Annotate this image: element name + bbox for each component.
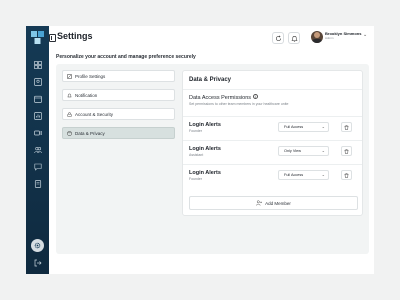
sidebar [26,26,49,274]
member-name: Login Alerts [189,146,221,152]
access-select[interactable]: Full Access ⌄ [278,122,329,132]
info-icon[interactable]: i [253,94,259,99]
chevron-down-icon: ⌄ [321,124,325,129]
add-user-icon [256,200,262,206]
member-row: Login Alerts Assistant Only View ⌄ [183,140,362,163]
video-icon [33,130,42,135]
menu-item-label: Notification [75,92,98,98]
grid-icon [33,60,42,69]
avatar[interactable] [311,31,323,43]
sidebar-item-calendar[interactable] [31,93,44,104]
menu-item-label: Profile Settings [75,73,106,79]
member-row: Login Alerts Founder Full Access ⌄ [183,164,362,187]
divider [183,116,362,117]
trash-icon [344,172,349,178]
calendar-icon [33,95,42,103]
member-name: Login Alerts [189,122,221,128]
user-role: Admin [325,36,334,40]
bell-icon [290,35,298,42]
users-icon [33,77,42,86]
app-window: Settings Brooklyn Simmons Admin ⌄ Person… [26,26,374,274]
lock-icon [67,111,72,117]
refresh-button[interactable] [272,32,284,44]
bell-icon [67,93,72,97]
database-icon [67,130,72,136]
sidebar-item-settings[interactable] [31,239,44,252]
menu-item-account-security[interactable]: Account & Security [62,108,175,120]
chart-icon [33,111,42,120]
page-title: Settings [57,31,93,41]
logout-icon [34,259,41,266]
page-subtitle: Personalize your account and manage pref… [56,54,196,60]
member-role: Founder [189,177,203,181]
sidebar-item-messages[interactable] [31,161,44,172]
chevron-down-icon[interactable]: ⌄ [363,32,367,38]
settings-content: Profile Settings Notification Account & … [56,64,369,254]
menu-item-profile-settings[interactable]: Profile Settings [62,70,175,82]
refresh-icon [275,35,281,41]
section-description: Set permissions to other team members in… [189,102,289,106]
panel-title: Data & Privacy [189,77,232,83]
sidebar-toggle-icon[interactable] [49,34,56,42]
menu-item-notification[interactable]: Notification [62,89,175,101]
sidebar-item-dashboard[interactable] [31,59,44,70]
group-icon [33,146,42,153]
document-icon [34,179,41,188]
chevron-down-icon: ⌄ [321,172,325,177]
settings-icon [34,242,41,249]
member-role: Assistant [189,153,204,157]
access-select[interactable]: Only View ⌄ [278,146,329,156]
logout-button[interactable] [31,257,44,268]
chevron-down-icon: ⌄ [321,148,325,153]
chat-icon [34,163,41,171]
member-row: Login Alerts Founder Full Access ⌄ [183,116,362,139]
data-privacy-panel: Data & Privacy Data Access Permissions i … [182,70,363,216]
menu-item-label: Account & Security [75,111,114,117]
divider [183,140,362,141]
trash-icon [344,148,349,154]
delete-button[interactable] [341,146,352,156]
add-member-label: Add Member [265,200,291,206]
divider [183,89,362,90]
member-name: Login Alerts [189,170,221,176]
divider [183,164,362,165]
logo-icon [31,31,44,44]
add-member-button[interactable]: Add Member [189,196,358,210]
access-select[interactable]: Full Access ⌄ [278,170,329,180]
sidebar-item-video[interactable] [31,127,44,138]
sidebar-item-reports[interactable] [31,110,44,121]
menu-item-label: Data & Privacy [75,130,105,136]
sidebar-item-team[interactable] [31,144,44,155]
profile-icon [67,73,72,79]
sidebar-item-patients[interactable] [31,76,44,87]
trash-icon [344,124,349,130]
notifications-button[interactable] [288,32,300,44]
section-title: Data Access Permissions i [189,94,259,101]
sidebar-item-documents[interactable] [31,178,44,189]
menu-item-data-privacy[interactable]: Data & Privacy [62,127,175,139]
delete-button[interactable] [341,170,352,180]
delete-button[interactable] [341,122,352,132]
member-role: Founder [189,129,203,133]
